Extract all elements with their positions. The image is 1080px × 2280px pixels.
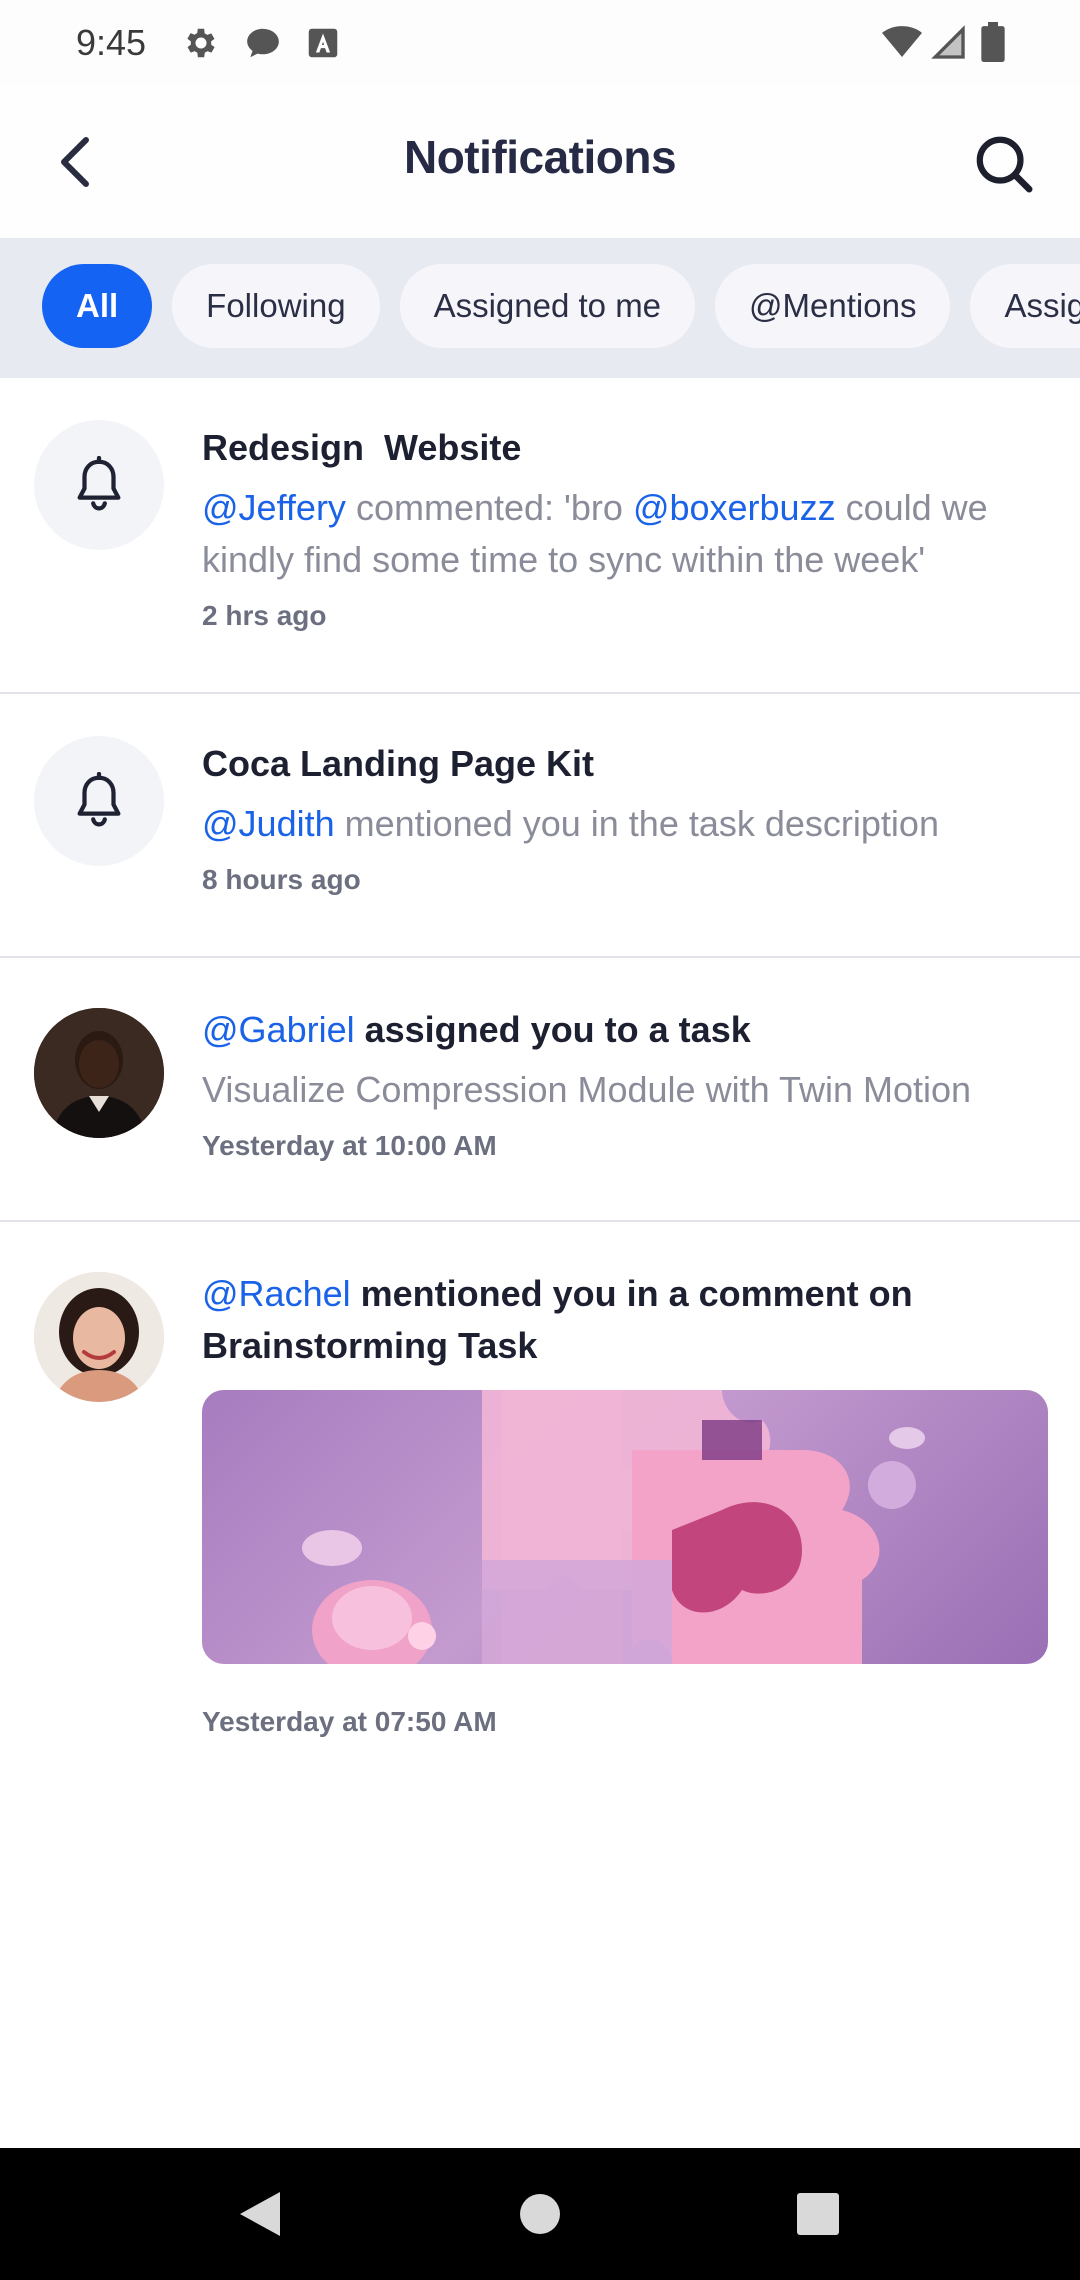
signal-icon [931, 25, 965, 59]
search-button[interactable] [968, 128, 1040, 200]
filter-chip-assigned-by-me[interactable]: Assig [970, 264, 1080, 348]
filter-chip-following[interactable]: Following [172, 264, 380, 348]
puzzle-illustration [302, 1390, 925, 1664]
nav-back-icon [240, 2192, 280, 2236]
notification-time: 8 hours ago [202, 864, 361, 895]
gear-icon [187, 28, 215, 58]
notification-content: @Gabriel assigned you to a task Visualiz… [202, 958, 1048, 1162]
notification-time: Yesterday at 07:50 AM [202, 1706, 497, 1737]
mention-link[interactable]: @Jeffery [202, 487, 346, 528]
user-avatar-gabriel[interactable] [34, 1008, 164, 1138]
notification-title-text: assigned you to a task [354, 1009, 751, 1050]
notification-title: @Rachel mentioned you in a comment on Br… [202, 1268, 1048, 1372]
notification-item[interactable]: @Rachel mentioned you in a comment on Br… [0, 1222, 1080, 1762]
filter-bar: All Following Assigned to me @Mentions A… [0, 238, 1080, 378]
mention-link[interactable]: @boxerbuzz [633, 487, 836, 528]
mention-link[interactable]: @Rachel [202, 1273, 351, 1314]
notification-item[interactable]: Redesign Website @Jeffery commented: 'br… [0, 378, 1080, 694]
notification-text: mentioned you in the task description [334, 803, 939, 844]
notification-content: @Rachel mentioned you in a comment on Br… [202, 1222, 1048, 1738]
system-nav-bar [0, 2148, 1080, 2280]
notification-text: commented: 'bro [345, 487, 633, 528]
notification-avatar [34, 420, 164, 550]
filter-chip-mentions[interactable]: @Mentions [715, 264, 951, 348]
notification-title: Redesign Website [202, 427, 522, 468]
mention-link[interactable]: @Judith [202, 803, 335, 844]
notification-item[interactable]: @Gabriel assigned you to a task Visualiz… [0, 958, 1080, 1222]
chat-bubble-icon [247, 28, 279, 58]
nav-back-button[interactable] [224, 2178, 296, 2250]
nav-home-icon [520, 2194, 560, 2234]
filter-chip-row: All Following Assigned to me @Mentions A… [42, 264, 1080, 348]
notification-body: @Judith mentioned you in the task descri… [202, 798, 1048, 850]
mention-link[interactable]: @Gabriel [202, 1009, 355, 1050]
nav-recents-button[interactable] [782, 2178, 854, 2250]
battery-icon [981, 22, 1005, 62]
bell-icon [77, 772, 121, 827]
search-icon [976, 136, 1033, 193]
notification-body: @Jeffery commented: 'bro @boxerbuzz coul… [202, 482, 1048, 586]
notification-time: 2 hrs ago [202, 600, 327, 631]
notification-title: Coca Landing Page Kit [202, 743, 595, 784]
puzzle-pieces-image[interactable] [202, 1390, 1048, 1664]
filter-chip-all[interactable]: All [42, 264, 153, 348]
filter-chip-assigned-to-me[interactable]: Assigned to me [399, 264, 696, 348]
notification-content: Coca Landing Page Kit @Judith mentioned … [202, 694, 1048, 896]
page-title: Notifications [403, 131, 677, 183]
user-avatar-rachel[interactable] [34, 1272, 164, 1402]
notification-item[interactable]: Coca Landing Page Kit @Judith mentioned … [0, 694, 1080, 958]
status-time: 9:45 [76, 22, 147, 63]
notification-title: @Gabriel assigned you to a task [202, 1004, 1048, 1056]
notification-avatar [34, 736, 164, 866]
notification-body: Visualize Compression Module with Twin M… [202, 1069, 972, 1110]
nav-home-button[interactable] [504, 2178, 576, 2250]
user-photo [34, 1008, 164, 1138]
nav-recents-icon [797, 2193, 839, 2235]
text-a-icon [308, 28, 338, 58]
app-bar: Notifications [0, 84, 1080, 238]
user-photo [34, 1272, 164, 1402]
notification-content: Redesign Website @Jeffery commented: 'br… [202, 378, 1048, 632]
wifi-icon [882, 26, 922, 57]
notification-time: Yesterday at 10:00 AM [202, 1130, 497, 1161]
notification-list: Redesign Website @Jeffery commented: 'br… [0, 378, 1080, 1762]
bell-icon [77, 456, 121, 511]
status-bar: 9:45 [0, 0, 1080, 84]
